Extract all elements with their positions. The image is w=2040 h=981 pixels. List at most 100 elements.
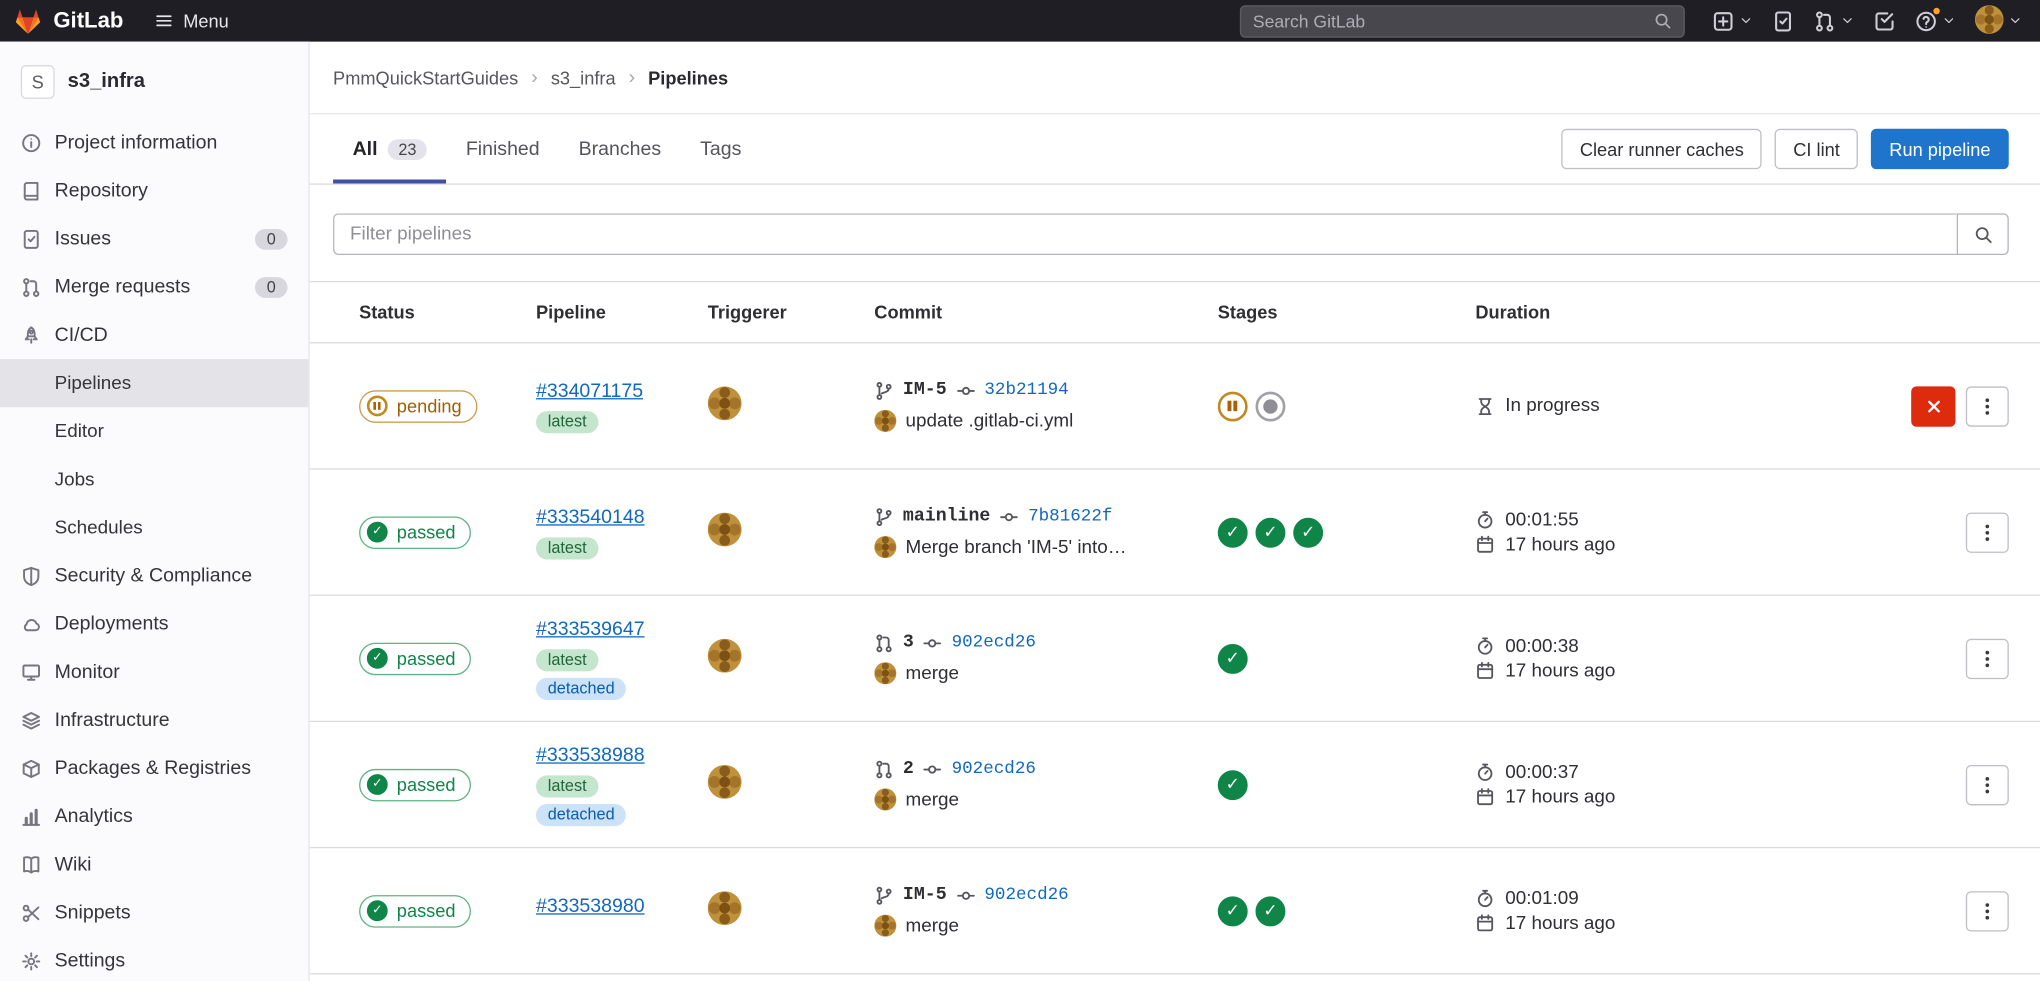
commit-message-link[interactable]: merge: [906, 915, 959, 936]
row-actions-kebab-button[interactable]: [1966, 386, 2009, 426]
user-menu-button[interactable]: [1975, 2, 2022, 40]
row-actions-kebab-button[interactable]: [1966, 512, 2009, 552]
sidebar-item-project-information[interactable]: Project information: [0, 118, 308, 166]
sidebar-item-analytics[interactable]: Analytics: [0, 792, 308, 840]
triggerer-avatar[interactable]: [708, 638, 742, 672]
sidebar-nav: Project information Repository Issues 0: [0, 118, 308, 981]
row-actions-kebab-button[interactable]: [1966, 764, 2009, 804]
stage-status-icon[interactable]: [1255, 391, 1285, 421]
row-actions-kebab-button[interactable]: [1966, 891, 2009, 931]
ref-link[interactable]: mainline: [903, 506, 990, 527]
ref-link[interactable]: IM-5: [903, 885, 947, 906]
stage-status-icon[interactable]: [1218, 770, 1248, 800]
gitlab-logo[interactable]: GitLab: [13, 6, 123, 36]
global-search-input[interactable]: [1253, 11, 1654, 31]
commit-sha-link[interactable]: 902ecd26: [984, 885, 1068, 905]
sidebar-item-jobs[interactable]: Jobs: [0, 455, 308, 503]
merge-requests-dashboard-button[interactable]: [1814, 7, 1854, 34]
sidebar-item-snippets[interactable]: Snippets: [0, 889, 308, 937]
status-badge[interactable]: passed: [359, 642, 471, 675]
commit-message-link[interactable]: Merge branch 'IM-5' into…: [906, 537, 1127, 558]
kebab-icon: [1978, 522, 1998, 542]
pipeline-row: passed #333538980: [310, 848, 2040, 974]
stage-status-icon[interactable]: [1218, 391, 1248, 421]
sidebar-item-wiki[interactable]: Wiki: [0, 840, 308, 888]
sidebar-item-schedules[interactable]: Schedules: [0, 503, 308, 551]
breadcrumb-item: PmmQuickStartGuides: [333, 66, 551, 88]
tab-branches[interactable]: Branches: [559, 114, 680, 183]
menu-button[interactable]: Menu: [155, 10, 229, 31]
breadcrumb-link[interactable]: PmmQuickStartGuides: [333, 67, 518, 88]
help-menu-button[interactable]: [1915, 7, 1955, 34]
row-actions-kebab-button[interactable]: [1966, 638, 2009, 678]
tab-all[interactable]: All 23: [333, 114, 446, 183]
sidebar-item-issues[interactable]: Issues 0: [0, 215, 308, 263]
breadcrumb-item: s3_infra: [551, 66, 648, 88]
tab-finished[interactable]: Finished: [446, 114, 559, 183]
clear-runner-caches-button[interactable]: Clear runner caches: [1562, 129, 1762, 169]
commit-author-avatar: [874, 788, 896, 810]
pipeline-id-link[interactable]: #333540148: [536, 505, 645, 527]
ci-lint-button[interactable]: CI lint: [1775, 129, 1858, 169]
ref-link[interactable]: 3: [903, 632, 914, 653]
sidebar-item-cicd[interactable]: CI/CD: [0, 311, 308, 359]
status-badge[interactable]: passed: [359, 894, 471, 927]
triggerer-avatar[interactable]: [708, 891, 742, 925]
project-context[interactable]: S s3_infra: [0, 55, 308, 119]
filter-search-button[interactable]: [1957, 213, 2009, 255]
stage-status-icon[interactable]: [1255, 896, 1285, 926]
triggerer-avatar[interactable]: [708, 512, 742, 546]
project-name: s3_infra: [68, 70, 145, 93]
sidebar-item-packages-registries[interactable]: Packages & Registries: [0, 744, 308, 792]
sidebar-item-label: Packages & Registries: [55, 757, 288, 779]
triggerer-avatar[interactable]: [708, 386, 742, 420]
triggerer-avatar[interactable]: [708, 764, 742, 798]
tab-tags[interactable]: Tags: [681, 114, 761, 183]
run-pipeline-button[interactable]: Run pipeline: [1871, 129, 2009, 169]
commit-icon: [923, 633, 943, 653]
sidebar-item-settings[interactable]: Settings: [0, 937, 308, 981]
cancel-pipeline-button[interactable]: [1911, 386, 1955, 426]
pipelines-toolbar: Clear runner caches CI lint Run pipeline: [1562, 129, 2009, 169]
commit-sha-link[interactable]: 902ecd26: [952, 759, 1036, 779]
todos-button[interactable]: [1873, 7, 1895, 34]
filter-pipelines-input[interactable]: [333, 213, 1957, 255]
commit-message-link[interactable]: update .gitlab-ci.yml: [906, 410, 1074, 431]
ref-link[interactable]: IM-5: [903, 380, 947, 401]
commit-sha-link[interactable]: 902ecd26: [952, 633, 1036, 653]
breadcrumb-separator: [531, 66, 538, 88]
status-label: pending: [397, 396, 462, 417]
sidebar-item-repository[interactable]: Repository: [0, 167, 308, 215]
pipeline-id-link[interactable]: #333538988: [536, 744, 645, 766]
sidebar-item-deployments[interactable]: Deployments: [0, 600, 308, 648]
commit-message-link[interactable]: merge: [906, 789, 959, 810]
kebab-icon: [1978, 396, 1998, 416]
pipeline-id-link[interactable]: #333538980: [536, 895, 645, 917]
pipeline-id-link[interactable]: #334071175: [536, 379, 643, 401]
commit-sha-link[interactable]: 7b81622f: [1028, 507, 1112, 527]
sidebar-item-security-compliance[interactable]: Security & Compliance: [0, 552, 308, 600]
ref-link[interactable]: 2: [903, 758, 914, 779]
sidebar-item-monitor[interactable]: Monitor: [0, 648, 308, 696]
breadcrumb-link[interactable]: s3_infra: [551, 67, 616, 88]
stage-status-icon[interactable]: [1218, 517, 1248, 547]
stage-status-icon[interactable]: [1218, 896, 1248, 926]
sidebar-item-pipelines[interactable]: Pipelines: [0, 359, 308, 407]
sidebar-item-merge-requests[interactable]: Merge requests 0: [0, 263, 308, 311]
sidebar-item-editor[interactable]: Editor: [0, 407, 308, 455]
commit-message-link[interactable]: merge: [906, 663, 959, 684]
stage-status-icon[interactable]: [1218, 643, 1248, 673]
merge-request-icon: [874, 633, 894, 653]
stage-status-icon[interactable]: [1293, 517, 1323, 547]
issues-dashboard-button[interactable]: [1772, 7, 1794, 34]
sidebar-item-infrastructure[interactable]: Infrastructure: [0, 696, 308, 744]
status-icon: [367, 522, 388, 543]
chevron-down-icon: [1739, 14, 1752, 27]
status-badge[interactable]: passed: [359, 516, 471, 549]
create-new-menu-button[interactable]: [1712, 7, 1752, 34]
status-badge[interactable]: passed: [359, 768, 471, 801]
pipeline-id-link[interactable]: #333539647: [536, 617, 645, 639]
status-badge[interactable]: pending: [359, 390, 477, 423]
commit-sha-link[interactable]: 32b21194: [984, 381, 1068, 401]
stage-status-icon[interactable]: [1255, 517, 1285, 547]
